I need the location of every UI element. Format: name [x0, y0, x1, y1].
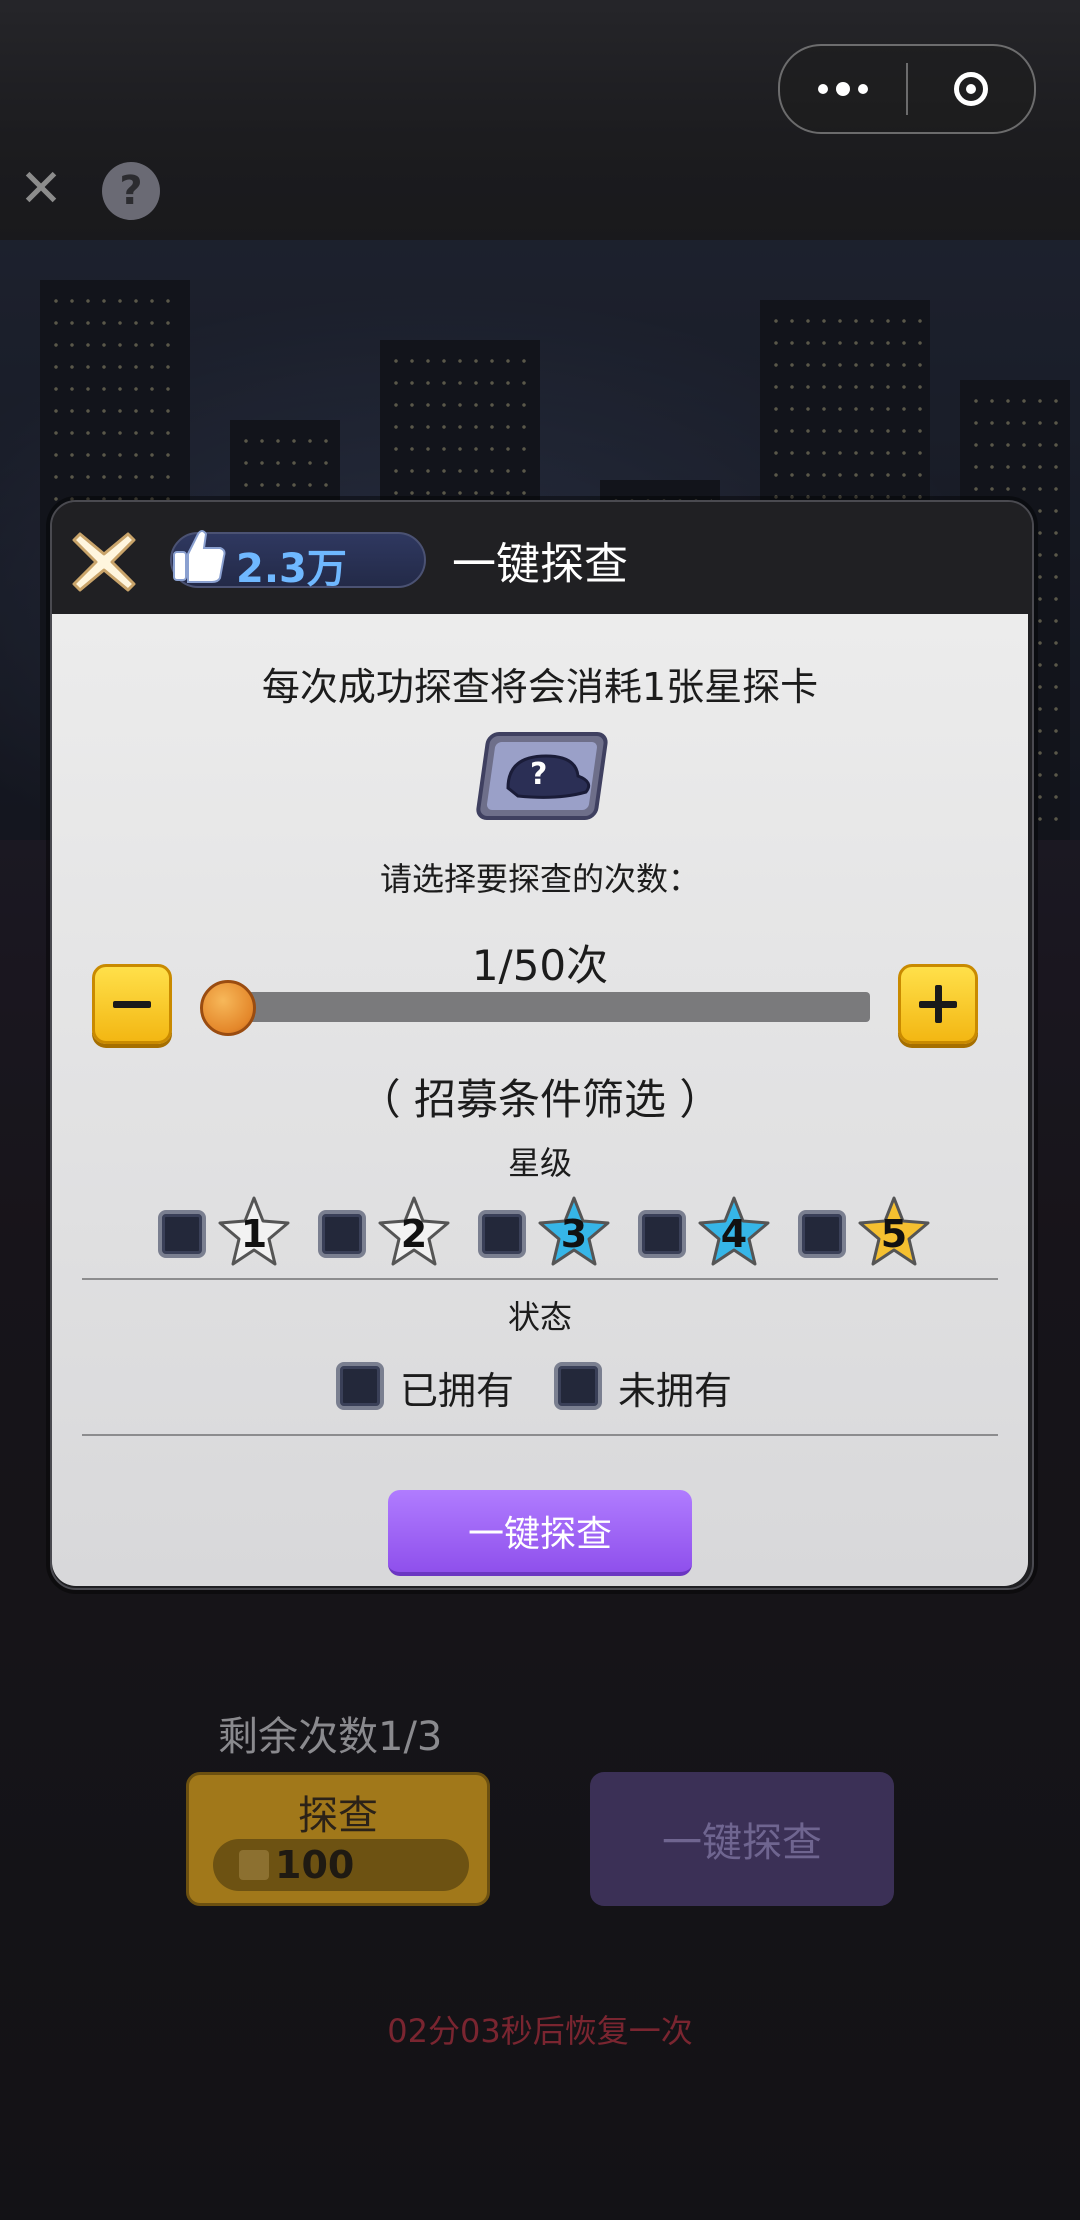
star-5-checkbox[interactable]: [798, 1210, 846, 1258]
star-option-3[interactable]: 3: [478, 1194, 618, 1274]
help-icon[interactable]: ?: [102, 162, 160, 220]
owned-checkbox[interactable]: [336, 1362, 384, 1410]
explore-button-label: 探查: [298, 1793, 378, 1839]
cost-icon: [239, 1850, 269, 1880]
decrease-button[interactable]: [92, 964, 172, 1044]
confirm-one-key-button[interactable]: 一键探查: [388, 1490, 692, 1576]
star-option-1[interactable]: 1: [158, 1194, 298, 1274]
thumbs-up-icon: [173, 530, 226, 583]
dialog-body: 每次成功探查将会消耗1张星探卡 ? 请选择要探查的次数： 1/50次 （ 招募条…: [52, 614, 1028, 1586]
scout-card-icon: ?: [476, 732, 608, 820]
star-4-checkbox[interactable]: [638, 1210, 686, 1258]
star-4-label: 4: [720, 1212, 748, 1256]
star-3-label: 3: [560, 1212, 588, 1256]
star-3-checkbox[interactable]: [478, 1210, 526, 1258]
star-5-label: 5: [880, 1212, 908, 1256]
star-1-label: 1: [240, 1212, 268, 1256]
recover-timer: 02分03秒后恢复一次: [387, 2012, 693, 2050]
star-option-4[interactable]: 4: [638, 1194, 778, 1274]
star-2-checkbox[interactable]: [318, 1210, 366, 1258]
star-option-2[interactable]: 2: [318, 1194, 458, 1274]
not-owned-checkbox[interactable]: [554, 1362, 602, 1410]
remaining-count: 剩余次数1/3: [218, 1714, 443, 1760]
more-menu-button[interactable]: [780, 46, 906, 132]
status-label: 状态: [507, 1298, 572, 1336]
star-2-label: 2: [400, 1212, 428, 1256]
minus-icon: [113, 1001, 151, 1008]
star-filter-options: 1 2 3 4 5: [158, 1194, 938, 1274]
background-close-icon[interactable]: ✕: [16, 163, 66, 215]
one-key-explore-dialog: 2.3万 一键探查 每次成功探查将会消耗1张星探卡 ? 请选择要探查的次数： 1…: [50, 500, 1034, 1590]
exit-mini-program-button[interactable]: [908, 46, 1034, 132]
likes-counter: 2.3万: [170, 530, 426, 592]
count-slider-track[interactable]: [220, 992, 870, 1022]
target-icon: [954, 72, 988, 106]
count-slider-handle[interactable]: [200, 980, 256, 1036]
star-level-label: 星级: [507, 1144, 572, 1182]
dialog-header: 2.3万 一键探查: [52, 502, 1032, 614]
background-one-key-button[interactable]: 一键探查: [590, 1772, 894, 1906]
consume-notice: 每次成功探查将会消耗1张星探卡: [261, 665, 819, 709]
star-option-5[interactable]: 5: [798, 1194, 938, 1274]
dialog-title: 一键探查: [452, 539, 628, 590]
close-icon[interactable]: [66, 524, 142, 600]
mini-program-capsule: [778, 44, 1036, 134]
not-owned-label: 未拥有: [618, 1369, 733, 1413]
star-1-checkbox[interactable]: [158, 1210, 206, 1258]
likes-value: 2.3万: [236, 546, 347, 592]
explore-button[interactable]: 探查 100: [186, 1772, 490, 1906]
count-display: 1/50次: [471, 941, 609, 990]
increase-button[interactable]: [898, 964, 978, 1044]
divider: [82, 1434, 998, 1436]
more-dots-icon: [818, 82, 868, 96]
explore-cost: 100: [213, 1839, 469, 1891]
filter-title: （ 招募条件筛选 ）: [358, 1075, 722, 1124]
explore-cost-value: 100: [275, 1843, 355, 1887]
svg-text:?: ?: [530, 757, 547, 792]
divider: [82, 1278, 998, 1280]
count-prompt: 请选择要探查的次数：: [379, 860, 700, 898]
owned-label: 已拥有: [400, 1369, 515, 1413]
